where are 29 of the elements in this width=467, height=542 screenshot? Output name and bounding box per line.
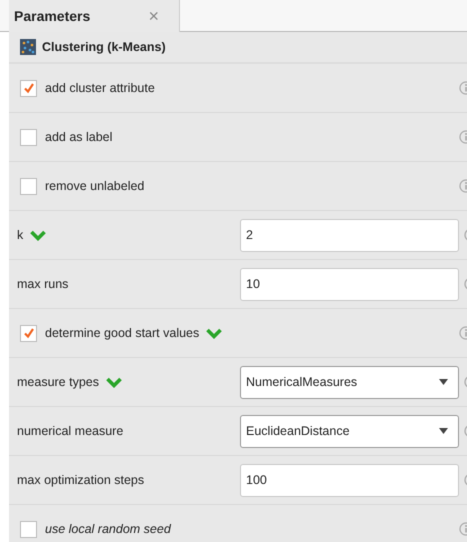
cluster-icon xyxy=(20,39,36,55)
chevron-icon xyxy=(206,328,222,338)
caret-icon xyxy=(439,428,448,434)
chevron-icon xyxy=(30,230,46,240)
parameter-label: use local random seed xyxy=(45,522,171,536)
operator-title: Clustering (k-Means) xyxy=(42,40,166,54)
parameter-label: k xyxy=(17,228,24,242)
tab-title: Parameters xyxy=(14,8,90,24)
parameter-label: determine good start values xyxy=(45,326,200,340)
dropdown[interactable]: NumericalMeasures xyxy=(240,366,459,398)
parameter-label: add as label xyxy=(45,130,112,144)
parameter-label: remove unlabeled xyxy=(45,179,144,193)
dropdown[interactable]: EuclideanDistance xyxy=(240,414,459,448)
chevron-icon xyxy=(106,376,122,388)
parameter-label: add cluster attribute xyxy=(45,81,155,95)
checkbox[interactable] xyxy=(20,80,37,96)
checkbox[interactable] xyxy=(20,520,37,538)
parameter-label: measure types xyxy=(17,375,99,389)
parameter-label: max runs xyxy=(17,277,68,291)
checkbox[interactable] xyxy=(20,178,37,194)
input-field[interactable]: 10 xyxy=(240,268,459,300)
parameter-label: numerical measure xyxy=(17,424,124,438)
parameters-tab[interactable]: Parameters × xyxy=(9,0,180,32)
caret-icon xyxy=(439,379,448,385)
input-field[interactable]: 100 xyxy=(240,464,459,496)
checkbox[interactable] xyxy=(20,324,37,342)
checkbox[interactable] xyxy=(20,128,37,146)
input-field[interactable]: 2 xyxy=(240,218,459,252)
parameter-label: max optimization steps xyxy=(17,473,144,487)
